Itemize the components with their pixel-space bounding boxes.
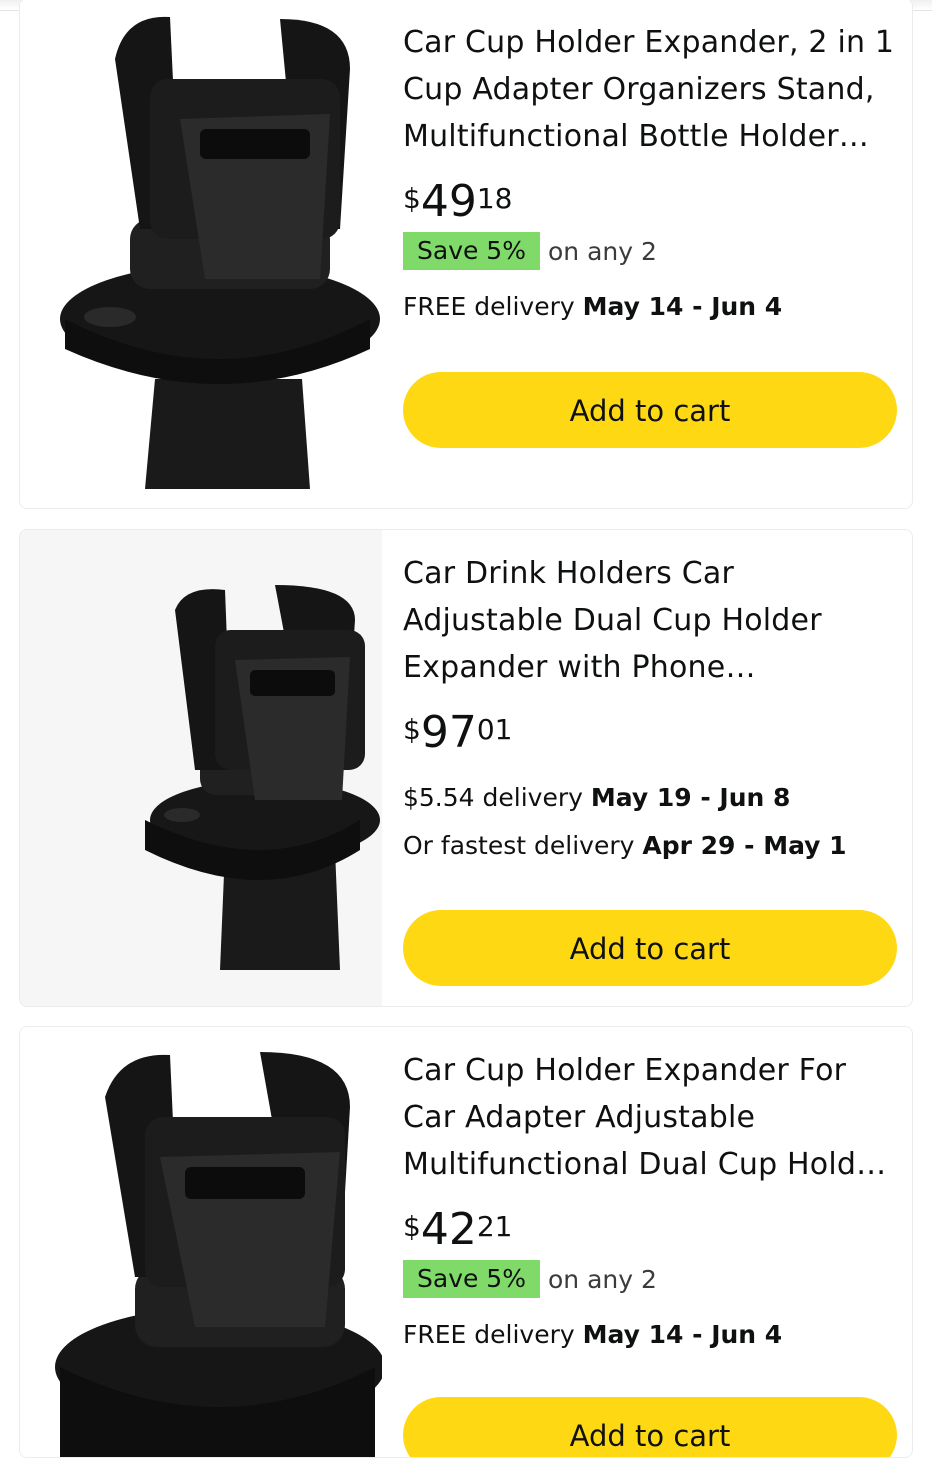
product-card[interactable]: Car Cup Holder Expander For Car Adapter … xyxy=(19,1026,913,1458)
product-image[interactable] xyxy=(20,530,382,1006)
cup-holder-image xyxy=(20,0,382,508)
product-image[interactable] xyxy=(20,1027,382,1457)
price-whole: 49 xyxy=(420,176,477,227)
product-info: Car Drink Holders Car Adjustable Dual Cu… xyxy=(403,530,897,986)
delivery-info: FREE delivery May 14 - Jun 4 xyxy=(403,290,896,324)
product-title[interactable]: Car Drink Holders Car Adjustable Dual Cu… xyxy=(403,550,896,691)
price-fraction: 21 xyxy=(476,1210,513,1243)
price-fraction: 01 xyxy=(476,713,513,746)
delivery-prefix: FREE delivery xyxy=(403,292,583,321)
save-note: on any 2 xyxy=(547,236,657,266)
delivery-prefix: $5.54 delivery xyxy=(403,783,591,812)
price-whole: 42 xyxy=(420,1204,477,1255)
save-row: Save 5% on any 2 xyxy=(403,232,896,270)
save-badge: Save 5% xyxy=(403,232,540,270)
price-fraction: 18 xyxy=(476,182,513,215)
price-currency: $ xyxy=(403,713,421,746)
fastest-delivery-info: Or fastest delivery Apr 29 - May 1 xyxy=(403,829,896,863)
price-currency: $ xyxy=(403,182,421,215)
fastest-prefix: Or fastest delivery xyxy=(403,831,643,860)
product-price: $4918 xyxy=(403,180,896,224)
product-card[interactable]: Car Cup Holder Expander, 2 in 1 Cup Adap… xyxy=(19,0,913,509)
price-currency: $ xyxy=(403,1210,421,1243)
delivery-info: $5.54 delivery May 19 - Jun 8 xyxy=(403,781,896,815)
add-to-cart-button[interactable]: Add to cart xyxy=(403,910,897,986)
delivery-info: FREE delivery May 14 - Jun 4 xyxy=(403,1318,896,1352)
product-price: $4221 xyxy=(403,1208,896,1252)
delivery-prefix: FREE delivery xyxy=(403,1320,583,1349)
product-title[interactable]: Car Cup Holder Expander For Car Adapter … xyxy=(403,1047,896,1188)
cup-holder-image xyxy=(20,1027,382,1457)
product-title[interactable]: Car Cup Holder Expander, 2 in 1 Cup Adap… xyxy=(403,19,896,160)
save-badge: Save 5% xyxy=(403,1260,540,1298)
fastest-dates: Apr 29 - May 1 xyxy=(642,831,847,860)
add-to-cart-button[interactable]: Add to cart xyxy=(403,372,897,448)
product-price: $9701 xyxy=(403,711,896,755)
product-card[interactable]: Car Drink Holders Car Adjustable Dual Cu… xyxy=(19,529,913,1007)
product-info: Car Cup Holder Expander For Car Adapter … xyxy=(403,1027,897,1457)
save-row: Save 5% on any 2 xyxy=(403,1260,896,1298)
save-note: on any 2 xyxy=(547,1264,657,1294)
product-image[interactable] xyxy=(20,0,382,508)
product-info: Car Cup Holder Expander, 2 in 1 Cup Adap… xyxy=(403,0,897,448)
delivery-dates: May 14 - Jun 4 xyxy=(582,292,783,321)
delivery-dates: May 14 - Jun 4 xyxy=(582,1320,783,1349)
cup-holder-image xyxy=(20,530,382,1006)
add-to-cart-button[interactable]: Add to cart xyxy=(403,1397,897,1457)
price-whole: 97 xyxy=(420,707,477,758)
delivery-dates: May 19 - Jun 8 xyxy=(590,783,791,812)
